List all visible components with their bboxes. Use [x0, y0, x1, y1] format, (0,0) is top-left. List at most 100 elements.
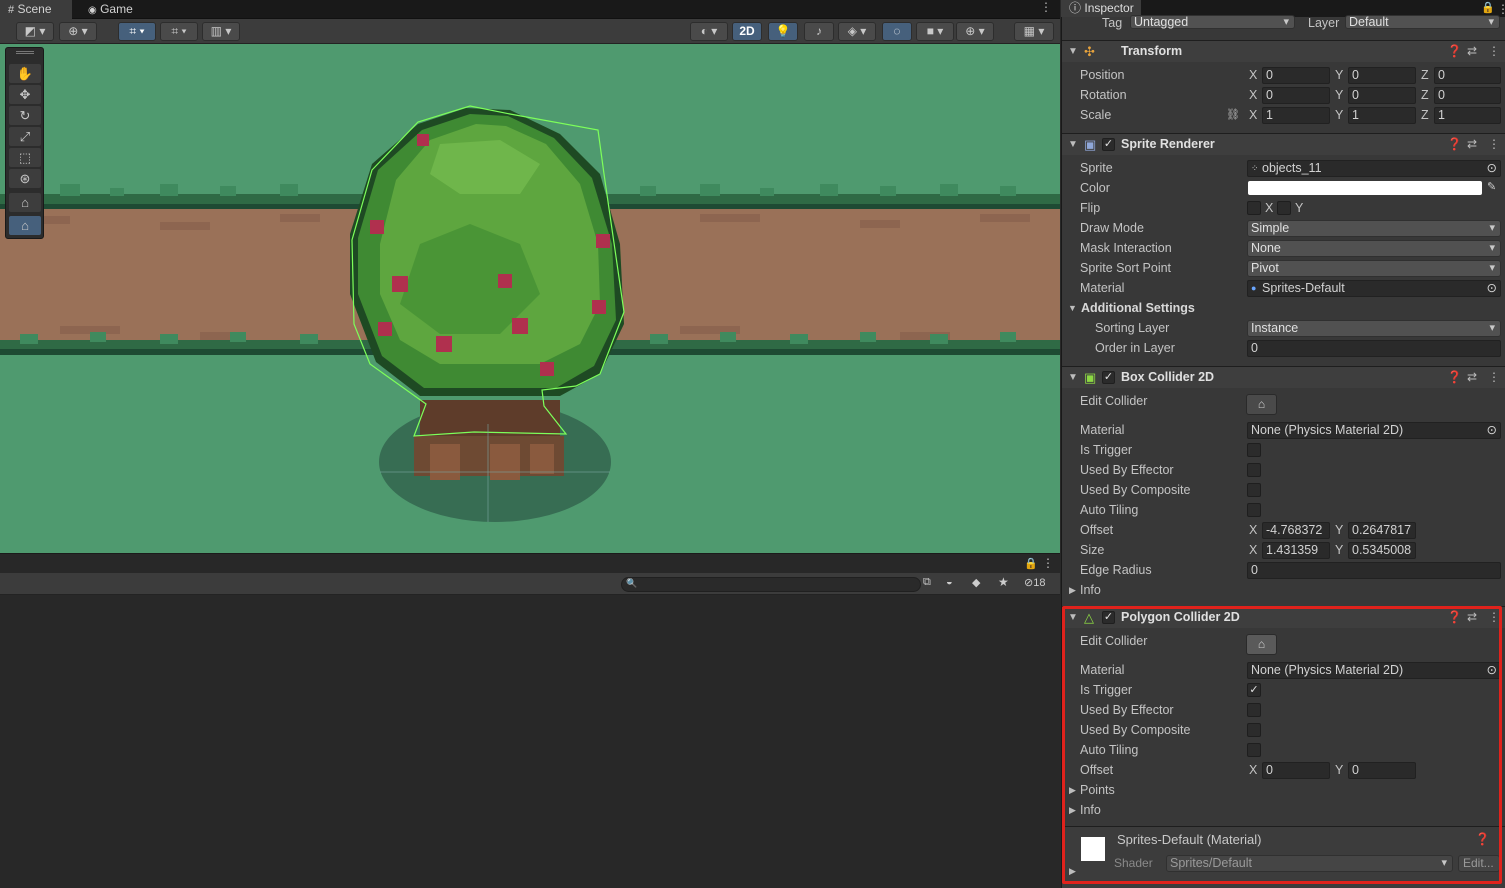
project-content-area[interactable]: [0, 596, 1060, 888]
move-tool-icon[interactable]: ✥: [9, 85, 41, 104]
help-icon[interactable]: ❓: [1447, 134, 1462, 155]
sprite-field[interactable]: ⁘ objects_11 ⊙: [1247, 160, 1501, 177]
rect-tool-icon[interactable]: ⬚: [9, 148, 41, 167]
object-picker-icon[interactable]: ⊙: [1487, 281, 1497, 296]
component-menu-icon[interactable]: ⋮: [1488, 134, 1500, 155]
scale-z-field[interactable]: 1: [1434, 107, 1501, 124]
position-x-field[interactable]: 0: [1262, 67, 1330, 84]
effects-button[interactable]: ◈ ▾: [838, 22, 876, 41]
scene-viewport[interactable]: [0, 44, 1060, 554]
offset-x-field[interactable]: -4.768372: [1262, 522, 1330, 539]
flip-x-checkbox[interactable]: [1247, 201, 1261, 215]
rotate-tool-icon[interactable]: ↻: [9, 106, 41, 125]
tag-dropdown[interactable]: Untagged: [1130, 15, 1295, 29]
hand-tool-icon[interactable]: ✋: [9, 64, 41, 83]
filter-by-label-icon[interactable]: ◆: [972, 576, 980, 589]
edit-collider-tool-icon[interactable]: ⌂: [9, 193, 41, 212]
rotation-x-field[interactable]: 0: [1262, 87, 1330, 104]
lighting-icon[interactable]: 💡: [768, 22, 798, 41]
additional-settings-foldout[interactable]: Additional Settings: [1081, 299, 1195, 317]
scene-search-icon[interactable]: ⧉: [923, 576, 937, 590]
physics-material-field[interactable]: None (Physics Material 2D) ⊙: [1247, 422, 1501, 439]
sprite-renderer-header[interactable]: ▼ ▣ ✓ Sprite Renderer ❓ ⇄ ⋮: [1062, 133, 1505, 155]
order-in-layer-field[interactable]: 0: [1247, 340, 1501, 357]
eyedropper-icon[interactable]: ✎: [1487, 180, 1496, 193]
used-by-effector-checkbox[interactable]: [1247, 463, 1261, 477]
scale-tool-icon[interactable]: ⤢: [9, 127, 41, 146]
layer-dropdown[interactable]: Default: [1345, 15, 1500, 29]
camera-button[interactable]: ■ ▾: [916, 22, 954, 41]
size-y-field[interactable]: 0.5345008: [1348, 542, 1416, 559]
panel-menu-icon[interactable]: ⋮: [1042, 556, 1054, 570]
draw-mode-button[interactable]: ◩ ▾: [16, 22, 54, 41]
flip-y-checkbox[interactable]: [1277, 201, 1291, 215]
color-swatch[interactable]: [1248, 181, 1482, 195]
fold-arrow-icon[interactable]: ▼: [1068, 41, 1078, 62]
sprite-sort-point-dropdown[interactable]: Pivot: [1247, 260, 1501, 277]
increment-snap-button[interactable]: ▥ ▾: [202, 22, 240, 41]
tab-scene[interactable]: # Scene: [0, 0, 72, 19]
scale-x-field[interactable]: 1: [1262, 107, 1330, 124]
project-search-input[interactable]: 🔍: [621, 577, 921, 592]
grid-snap-button[interactable]: ⌗ ▾: [118, 22, 156, 41]
help-icon[interactable]: ❓: [1447, 367, 1462, 388]
fold-arrow-icon[interactable]: ▼: [1068, 367, 1078, 388]
sorting-layer-dropdown[interactable]: Instance: [1247, 320, 1501, 337]
tab-game[interactable]: ◉ Game: [80, 0, 148, 19]
material-field[interactable]: ● Sprites-Default ⊙: [1247, 280, 1501, 297]
foldout-arrow-icon[interactable]: ▶: [1069, 585, 1076, 596]
draw-mode-dropdown[interactable]: Simple: [1247, 220, 1501, 237]
presets-icon[interactable]: ⇄: [1467, 134, 1477, 155]
edit-polygon-tool-icon[interactable]: ⌂: [9, 216, 41, 235]
sorting-layer-label: Sorting Layer: [1095, 321, 1170, 335]
info-foldout[interactable]: Info: [1080, 581, 1101, 599]
inspector-lock-icon[interactable]: 🔒: [1481, 1, 1495, 14]
transform-tool-icon[interactable]: ⊛: [9, 169, 41, 188]
object-picker-icon[interactable]: ⊙: [1487, 423, 1497, 438]
tab-inspector[interactable]: ⓘ Inspector: [1061, 0, 1141, 17]
position-y-field[interactable]: 0: [1348, 67, 1416, 84]
gizmo-tools-button[interactable]: ⊕ ▾: [956, 22, 994, 41]
mask-interaction-dropdown[interactable]: None: [1247, 240, 1501, 257]
foldout-arrow-icon[interactable]: ▼: [1068, 303, 1077, 313]
rotation-y-field[interactable]: 0: [1348, 87, 1416, 104]
auto-tiling-checkbox[interactable]: [1247, 503, 1261, 517]
object-picker-icon[interactable]: ⊙: [1487, 161, 1497, 176]
presets-icon[interactable]: ⇄: [1467, 367, 1477, 388]
enabled-checkbox[interactable]: ✓: [1102, 138, 1115, 151]
fold-arrow-icon[interactable]: ▼: [1068, 134, 1078, 155]
lock-icon[interactable]: 🔒: [1024, 557, 1038, 570]
scale-y-field[interactable]: 1: [1348, 107, 1416, 124]
position-z-field[interactable]: 0: [1434, 67, 1501, 84]
box-collider-header[interactable]: ▼ ▣ ✓ Box Collider 2D ❓ ⇄ ⋮: [1062, 366, 1505, 388]
offset-y-field[interactable]: 0.2647817: [1348, 522, 1416, 539]
help-icon[interactable]: ❓: [1447, 41, 1462, 62]
audio-icon[interactable]: ♪: [804, 22, 834, 41]
position-label: Position: [1080, 68, 1125, 82]
size-x-field[interactable]: 1.431359: [1262, 542, 1330, 559]
global-local-button[interactable]: ⊕ ▾: [59, 22, 97, 41]
is-trigger-checkbox[interactable]: [1247, 443, 1261, 457]
component-menu-icon[interactable]: ⋮: [1488, 41, 1500, 62]
shading-mode-button[interactable]: ◐ ▾: [690, 22, 728, 41]
rotation-z-field[interactable]: 0: [1434, 87, 1501, 104]
filter-by-type-icon[interactable]: ◒: [946, 576, 953, 588]
inspector-menu-icon[interactable]: ⋮: [1497, 2, 1505, 16]
palette-drag-handle[interactable]: [16, 51, 34, 54]
gizmos-button[interactable]: ▦ ▾: [1014, 22, 1054, 41]
edge-radius-field[interactable]: 0: [1247, 562, 1501, 579]
enabled-checkbox[interactable]: ✓: [1102, 371, 1115, 384]
constrain-proportions-icon[interactable]: ⛓: [1226, 108, 1240, 121]
edit-collider-icon: ⌂: [1257, 397, 1266, 411]
scene-tab-menu-icon[interactable]: ⋮: [1040, 0, 1052, 14]
favorites-icon[interactable]: ★: [998, 575, 1009, 589]
hidden-packages-icon[interactable]: ⊘18: [1024, 576, 1045, 589]
presets-icon[interactable]: ⇄: [1467, 41, 1477, 62]
edit-collider-button[interactable]: ⌂: [1246, 394, 1277, 415]
transform-header[interactable]: ▼ ✣ Transform ❓ ⇄ ⋮: [1062, 40, 1505, 62]
component-menu-icon[interactable]: ⋮: [1488, 367, 1500, 388]
used-by-composite-checkbox[interactable]: [1247, 483, 1261, 497]
mode-2d-button[interactable]: 2D: [732, 22, 762, 41]
grid-toggle-button[interactable]: ⌗ ▾: [160, 22, 198, 41]
hidden-objects-icon[interactable]: ◌: [882, 22, 912, 41]
